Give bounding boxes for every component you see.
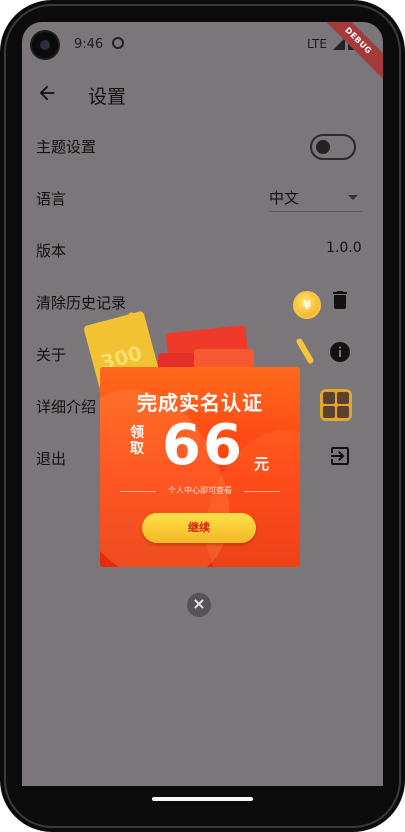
logout-icon[interactable] (328, 444, 352, 468)
calc-cell (337, 392, 349, 404)
promo-receive-label: 领取 (130, 425, 144, 457)
theme-toggle[interactable] (310, 134, 356, 160)
language-select[interactable]: 中文 (269, 187, 362, 212)
phone-frame: 9:46 LTE DEBUG 设置 主题设置 语言 中文 版本 1.0.0 清除… (0, 0, 405, 832)
promo-card[interactable]: 完成实名认证 领取 66 元 个人中心即可查看 继续 (100, 367, 300, 567)
promo-amount: 66 (162, 413, 244, 478)
calc-cell (323, 392, 335, 404)
status-bar: 9:46 LTE DEBUG (22, 22, 383, 87)
setting-theme-label: 主题设置 (36, 138, 97, 156)
ribbon-decoration (295, 337, 315, 365)
notification-icon (112, 37, 124, 49)
coin-icon: ¥ (293, 291, 321, 319)
page-title: 设置 (88, 86, 127, 108)
setting-language-label: 语言 (36, 190, 67, 208)
version-value: 1.0.0 (326, 240, 362, 256)
trash-icon[interactable] (328, 288, 352, 312)
setting-logout-label: 退出 (36, 450, 67, 468)
setting-about-label: 关于 (36, 346, 67, 364)
app-bar: 设置 (22, 72, 383, 118)
continue-button[interactable]: 继续 (142, 513, 256, 543)
front-camera-icon (32, 32, 58, 58)
network-type: LTE (307, 37, 327, 51)
promo-note: 个人中心即可查看 (168, 486, 232, 495)
promo-popup: 300 ¥ ¥ ¥ 完成实名认证 领取 66 元 个人中心即可查看 继续 (83, 269, 321, 599)
setting-version-label: 版本 (36, 242, 67, 260)
toggle-knob (316, 140, 330, 154)
setting-details-label: 详细介绍 (36, 398, 97, 416)
home-indicator[interactable] (152, 797, 253, 801)
status-time: 9:46 (74, 37, 104, 52)
language-value: 中文 (269, 189, 300, 207)
calc-cell (337, 406, 349, 418)
promo-unit: 元 (254, 455, 270, 473)
dropdown-arrow-icon (348, 195, 358, 200)
arrow-left-icon[interactable] (36, 82, 58, 104)
calculator-icon[interactable] (320, 389, 352, 421)
info-icon[interactable] (328, 340, 352, 364)
calc-cell (323, 406, 335, 418)
close-icon[interactable]: × (187, 593, 211, 617)
app-screen: 9:46 LTE DEBUG 设置 主题设置 语言 中文 版本 1.0.0 清除… (22, 22, 383, 786)
promo-title: 完成实名认证 (137, 391, 263, 415)
